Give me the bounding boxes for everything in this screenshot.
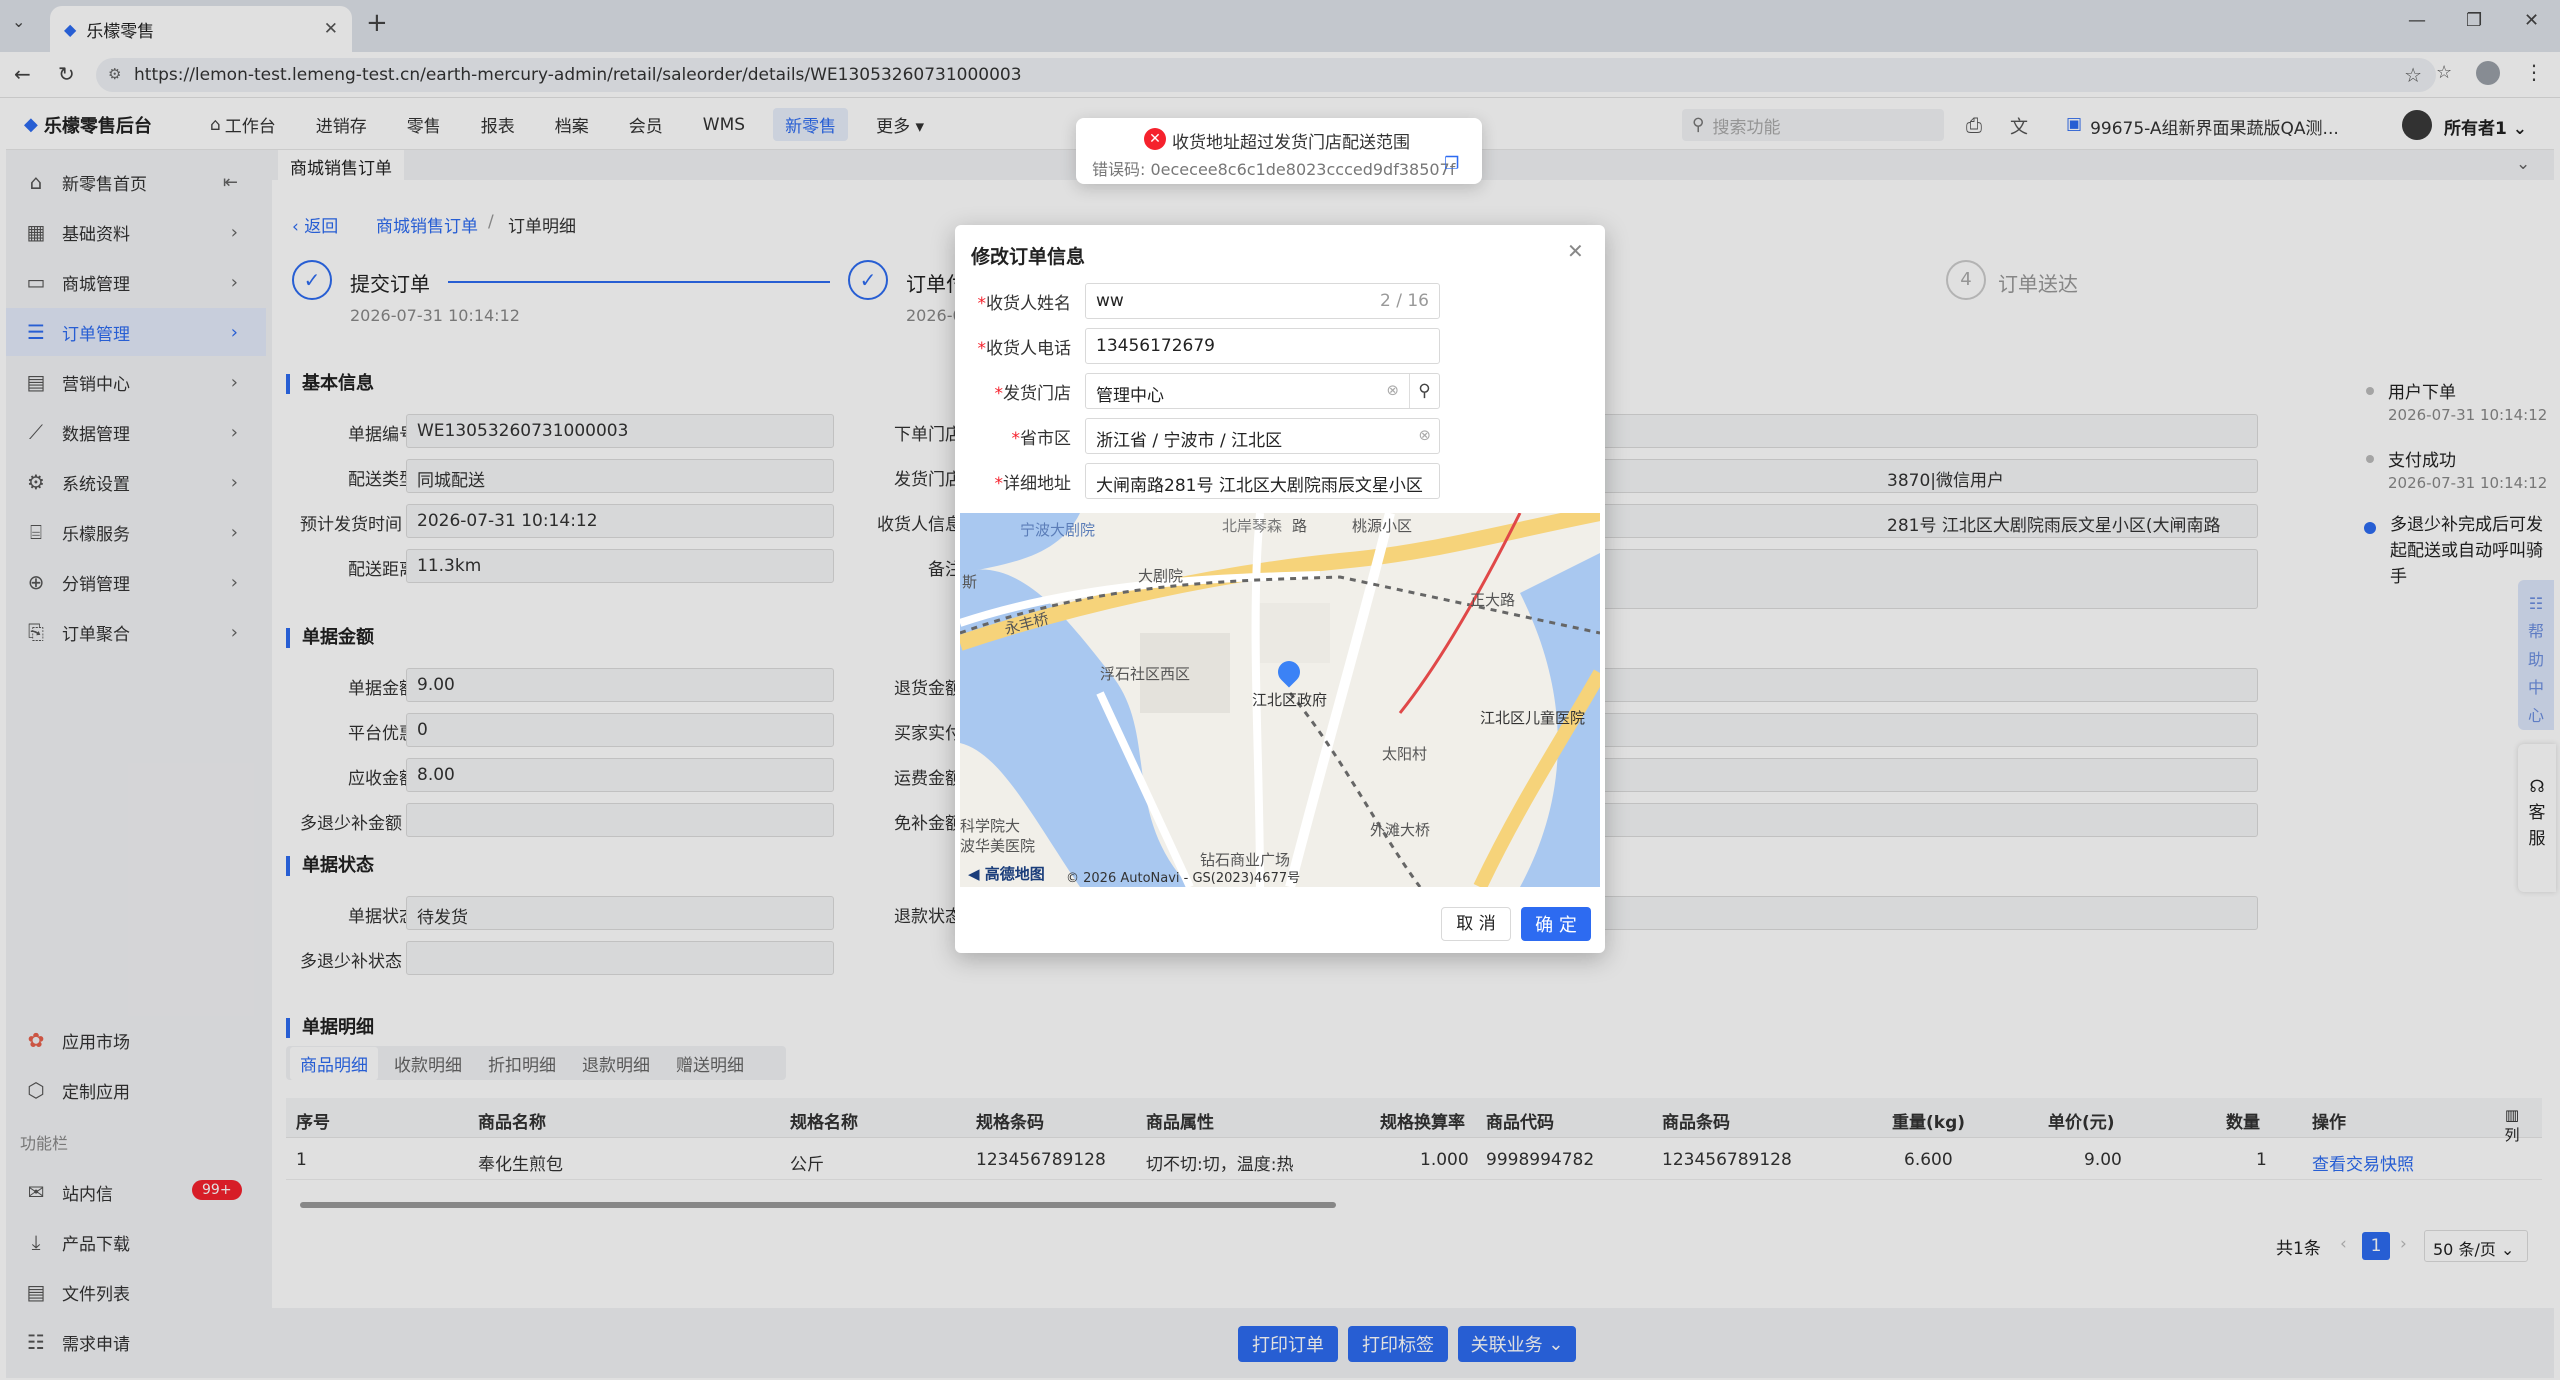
map-label: 桃源小区 — [1352, 517, 1413, 535]
map-label: 江北区儿童医院 — [1480, 709, 1586, 727]
cancel-button[interactable]: 取 消 — [1441, 907, 1511, 941]
region-value: 浙江省 / 宁波市 / 江北区 — [1096, 431, 1283, 451]
field-label-text: 发货门店 — [1003, 384, 1071, 404]
edit-order-dialog: 修改订单信息 ✕ *收货人姓名 ww 2 / 16 *收货人电话 13456172… — [955, 225, 1605, 953]
search-icon[interactable]: ⚲ — [1409, 374, 1439, 408]
field-label-text: 收货人电话 — [986, 339, 1071, 359]
map-label: 路 — [1292, 517, 1308, 535]
map-label: 浮石社区西区 — [1100, 665, 1191, 683]
amap-brand: 高德地图 — [984, 865, 1045, 883]
ship-store-value: 管理中心 — [1096, 386, 1164, 406]
map-label: 北岸琴森 — [1222, 517, 1283, 535]
clear-icon[interactable]: ⊗ — [1386, 381, 1399, 399]
map-label: 大剧院 — [1138, 567, 1184, 585]
field-label: *收货人电话 — [977, 339, 1072, 359]
field-label: *省市区 — [1011, 429, 1072, 449]
map-label: 宁波大剧院 — [1020, 521, 1096, 539]
map-copyright: © 2026 AutoNavi - GS(2023)4677号 — [1066, 871, 1301, 886]
error-toast: ✕ 收货地址超过发货门店配送范围 错误码: 0ececee8c6c1de8023… — [1076, 118, 1482, 184]
field-label: *发货门店 — [994, 384, 1072, 404]
address-input[interactable]: 大闸南路281号 江北区大剧院雨辰文星小区 — [1085, 463, 1440, 499]
amap-arrow-icon: ◀ — [968, 865, 985, 883]
map-label: 正大路 — [1470, 591, 1516, 609]
char-count: 2 / 16 — [1380, 291, 1429, 311]
amap-logo: ◀ 高德地图 — [968, 863, 1045, 884]
copy-icon[interactable]: ❐ — [1444, 154, 1459, 174]
confirm-button[interactable]: 确 定 — [1521, 907, 1591, 941]
clear-icon[interactable]: ⊗ — [1418, 426, 1431, 444]
receiver-phone-input[interactable]: 13456172679 — [1085, 328, 1440, 364]
map-label: 斯 — [962, 573, 978, 591]
field-label-text: 省市区 — [1020, 429, 1071, 449]
map-label: 太阳村 — [1382, 745, 1428, 763]
field-label-text: 详细地址 — [1003, 474, 1071, 494]
map-label: 科学院大 — [960, 817, 1021, 835]
field-label-text: 收货人姓名 — [986, 294, 1071, 314]
dialog-title: 修改订单信息 — [971, 246, 1086, 268]
close-icon[interactable]: ✕ — [1567, 239, 1584, 263]
receiver-name-input[interactable]: ww 2 / 16 — [1085, 283, 1440, 319]
toast-error-code: 错误码: 0ececee8c6c1de8023ccced9df38507f — [1092, 160, 1456, 179]
error-icon: ✕ — [1144, 128, 1166, 150]
field-label: *详细地址 — [994, 474, 1072, 494]
region-cascader[interactable]: 浙江省 / 宁波市 / 江北区 ⊗ — [1085, 418, 1440, 454]
field-label: *收货人姓名 — [977, 294, 1072, 314]
map-label: 外滩大桥 — [1370, 821, 1431, 839]
map-view[interactable]: 宁波大剧院 北岸琴森 桃源小区 大剧院 正大路 永丰桥 浮石社区西区 江北区政府… — [960, 513, 1600, 887]
toast-message: 收货地址超过发货门店配送范围 — [1172, 133, 1410, 153]
receiver-name-value: ww — [1096, 291, 1124, 311]
map-label: 波华美医院 — [960, 837, 1036, 855]
map-label: 江北区政府 — [1252, 691, 1328, 709]
ship-store-input[interactable]: 管理中心 ⊗ ⚲ — [1085, 373, 1440, 409]
